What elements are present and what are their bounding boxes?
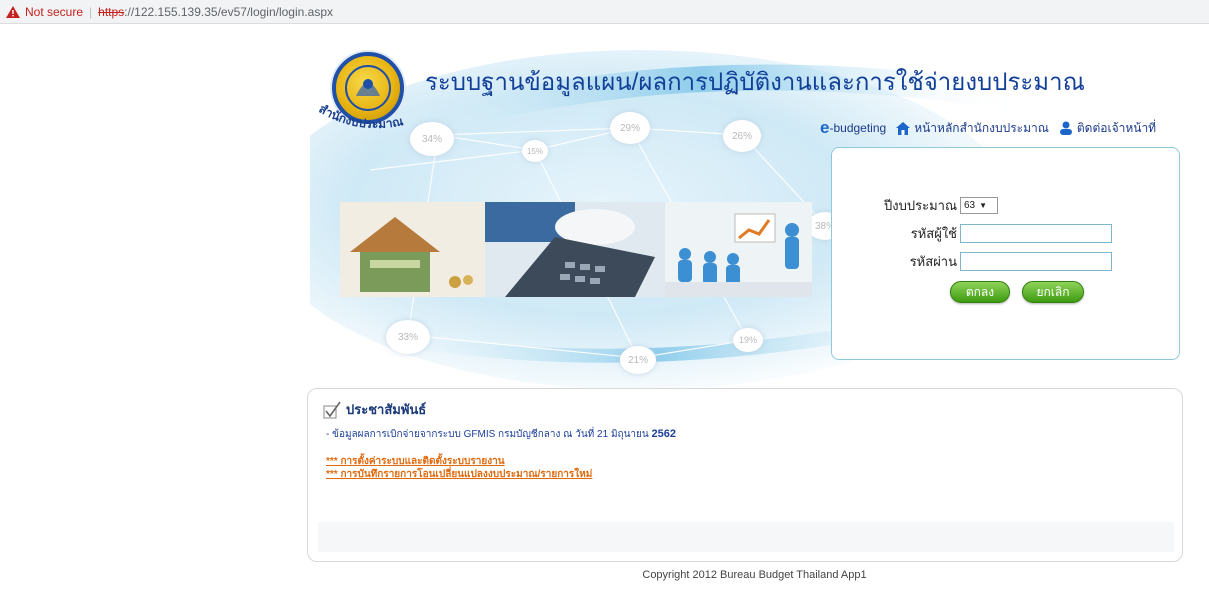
calculator-image <box>485 202 665 297</box>
copyright-text: Copyright 2012 Bureau Budget Thailand Ap… <box>642 569 867 581</box>
percent-bubble: 19% <box>733 328 763 352</box>
announcement-footer-bar <box>318 522 1174 552</box>
announcement-header: ประชาสัมพันธ์ <box>322 399 426 420</box>
ebudgeting-logo[interactable]: e <box>820 118 829 138</box>
password-row: รหัสผ่าน <box>832 251 1112 272</box>
percent-bubble: 15% <box>522 140 548 162</box>
contact-link[interactable]: ติดต่อเจ้าหน้าที่ <box>1077 119 1156 138</box>
meeting-image <box>665 202 812 297</box>
login-panel: ปีงบประมาณ 63 ▼ รหัสผู้ใช้ รหัสผ่าน ตกลง… <box>831 147 1180 360</box>
username-input[interactable] <box>960 224 1112 243</box>
password-label: รหัสผ่าน <box>909 254 957 269</box>
budget-transfer-link[interactable]: *** การบันทึกรายการโอนเปลี่ยนแปลงงบประมา… <box>326 467 592 482</box>
year-value: 63 <box>964 200 976 211</box>
gfmis-notice: - ข้อมูลผลการเบิกจ่ายจากระบบ GFMIS กรมบั… <box>326 427 676 442</box>
money-house-image <box>340 202 485 297</box>
url-protocol: https <box>98 4 125 19</box>
address-bar[interactable]: Not secure | https ://122.155.139.35/ev5… <box>0 0 1209 24</box>
percent-bubble: 21% <box>620 346 656 374</box>
username-label: รหัสผู้ใช้ <box>910 226 957 241</box>
home-icon <box>896 121 911 135</box>
url-text: ://122.155.139.35/ev57/login/login.aspx <box>124 4 333 19</box>
address-separator: | <box>89 4 93 19</box>
svg-text:สำนักงบประมาณ: สำนักงบประมาณ <box>317 105 405 131</box>
announcement-box: ประชาสัมพันธ์ - ข้อมูลผลการเบิกจ่ายจากระ… <box>307 388 1183 562</box>
chevron-down-icon: ▼ <box>979 201 988 210</box>
ok-button[interactable]: ตกลง <box>950 281 1010 303</box>
not-secure-label: Not secure <box>25 4 84 19</box>
home-link[interactable]: หน้าหลักสำนักงบประมาณ <box>914 119 1049 138</box>
password-input[interactable] <box>960 252 1112 271</box>
percent-bubble: 34% <box>410 122 454 156</box>
percent-bubble: 26% <box>723 120 761 152</box>
top-links: e -budgeting หน้าหลักสำนักงบประมาณ ติดต่… <box>820 118 1156 138</box>
percent-bubble: 29% <box>610 112 650 144</box>
ebudgeting-link[interactable]: -budgeting <box>829 121 886 135</box>
year-label: ปีงบประมาณ <box>884 198 957 213</box>
photo-strip <box>340 202 812 297</box>
username-row: รหัสผู้ใช้ <box>832 223 1112 244</box>
year-select[interactable]: 63 ▼ <box>960 197 998 214</box>
gfmis-notice-text: - ข้อมูลผลการเบิกจ่ายจากระบบ GFMIS กรมบั… <box>326 429 649 440</box>
warning-icon <box>6 5 20 18</box>
announcement-title: ประชาสัมพันธ์ <box>346 402 427 417</box>
year-row: ปีงบประมาณ 63 ▼ <box>832 195 998 216</box>
page-title: ระบบฐานข้อมูลแผน/ผลการปฏิบัติงานและการใช… <box>425 69 1085 96</box>
percent-bubble: 33% <box>386 320 430 354</box>
gfmis-notice-year: 2562 <box>651 428 677 440</box>
pencil-check-icon <box>323 401 341 418</box>
cancel-button[interactable]: ยกเลิก <box>1022 281 1084 303</box>
user-icon <box>1059 121 1072 135</box>
